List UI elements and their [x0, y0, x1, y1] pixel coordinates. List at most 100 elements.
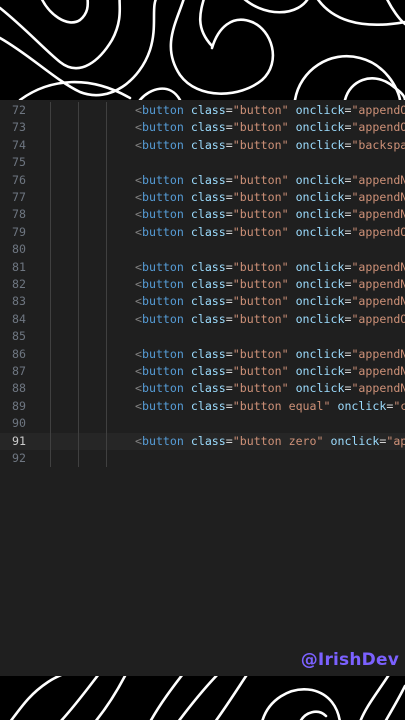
indent-guide: [106, 119, 107, 137]
attribute-name: onclick: [295, 364, 345, 378]
syntax-punctuation: [289, 347, 296, 361]
line-number: 80: [12, 242, 26, 257]
attribute-value: "button": [232, 381, 289, 396]
indent-guide: [106, 345, 107, 363]
indent-guide: [106, 276, 107, 294]
code-line[interactable]: 86 <button class="button" onclick="append…: [0, 345, 405, 363]
attribute-value: "appendO: [351, 120, 405, 135]
indent-guide: [78, 171, 79, 189]
attribute-name: class: [190, 137, 226, 152]
indent-guide: [78, 276, 79, 294]
attribute-value: "appendN: [351, 294, 405, 309]
indent-guide: [106, 206, 107, 224]
syntax-punctuation: =: [225, 137, 233, 152]
syntax-punctuation: =: [225, 259, 233, 274]
indent-guide: [106, 328, 107, 346]
syntax-punctuation: [184, 103, 191, 117]
syntax-punctuation: <: [135, 172, 142, 187]
indent-guide: [106, 310, 107, 329]
attribute-name: onclick: [295, 224, 345, 239]
attribute-name: class: [190, 364, 226, 378]
indent-guide: [106, 293, 107, 311]
code-line[interactable]: 76 <button class="button" onclick="append…: [0, 171, 405, 189]
attribute-value: "button": [232, 224, 289, 239]
syntax-punctuation: <: [135, 207, 142, 222]
code-line[interactable]: 79 <button class="button" onclick="append…: [0, 223, 405, 242]
syntax-punctuation: [289, 173, 296, 187]
line-number: 81: [12, 259, 26, 274]
tag-name: button: [141, 103, 184, 117]
code-line[interactable]: 85: [0, 328, 405, 346]
tag-name: button: [141, 172, 184, 187]
indent-guide: [106, 450, 107, 468]
code-line[interactable]: 72 <button class="button" onclick="append…: [0, 102, 405, 120]
indent-guide: [106, 189, 107, 207]
attribute-value: "appendN: [351, 346, 405, 361]
syntax-punctuation: [184, 138, 191, 152]
code-line[interactable]: 91 <button class="button zero" onclick="a…: [0, 432, 405, 450]
code-line[interactable]: 82 <button class="button" onclick="append…: [0, 276, 405, 294]
contour-lines-graphic-bottom: [9, 676, 405, 720]
tag-name: button: [141, 207, 184, 222]
attribute-name: class: [190, 433, 226, 448]
indent-guide: [106, 397, 107, 416]
attribute-name: onclick: [330, 433, 380, 448]
code-line[interactable]: 92: [0, 450, 405, 468]
attribute-name: class: [190, 346, 226, 361]
attribute-name: onclick: [295, 120, 345, 135]
indent-guide: [78, 363, 79, 381]
attribute-value: "appendN: [351, 207, 405, 222]
line-number: 86: [12, 346, 26, 361]
line-number: 83: [12, 294, 26, 309]
code-line[interactable]: 84 <button class="button" onclick="append…: [0, 310, 405, 329]
code-text: <button class="button" onclick="appendO: [135, 224, 405, 241]
line-number: 74: [12, 137, 26, 152]
indent-guide: [78, 206, 79, 224]
syntax-punctuation: [289, 294, 296, 308]
code-line[interactable]: 80: [0, 241, 405, 259]
line-number: 88: [12, 381, 26, 396]
code-line[interactable]: 90: [0, 415, 405, 433]
code-editor[interactable]: 72 <button class="button" onclick="append…: [0, 100, 405, 676]
indent-guide: [50, 171, 51, 189]
attribute-name: onclick: [295, 172, 345, 187]
code-line[interactable]: 73 <button class="button" onclick="append…: [0, 119, 405, 137]
syntax-punctuation: [184, 190, 191, 204]
code-text: <button class="button" onclick="appendN: [135, 206, 405, 223]
code-line[interactable]: 81 <button class="button" onclick="append…: [0, 258, 405, 276]
indent-guide: [50, 276, 51, 294]
attribute-value: "appendO: [351, 224, 405, 239]
code-line[interactable]: 78 <button class="button" onclick="append…: [0, 206, 405, 224]
code-line[interactable]: 88 <button class="button" onclick="append…: [0, 380, 405, 398]
indent-guide: [78, 119, 79, 137]
indent-guide: [78, 258, 79, 276]
syntax-punctuation: [184, 173, 191, 187]
syntax-punctuation: [184, 434, 191, 448]
syntax-punctuation: =: [225, 120, 233, 135]
code-line[interactable]: 87 <button class="button" onclick="append…: [0, 363, 405, 381]
indent-guide: [50, 189, 51, 207]
code-line[interactable]: 89 <button class="button equal" onclick="…: [0, 397, 405, 416]
code-line[interactable]: 74 <button class="button" onclick="backsp…: [0, 136, 405, 155]
syntax-punctuation: [289, 260, 296, 274]
indent-guide: [50, 258, 51, 276]
syntax-punctuation: <: [135, 346, 142, 361]
attribute-name: onclick: [295, 346, 345, 361]
contour-lines-graphic: [0, 0, 405, 100]
syntax-punctuation: [184, 260, 191, 274]
syntax-punctuation: [289, 207, 296, 221]
syntax-punctuation: =: [225, 103, 233, 117]
attribute-value: "appendO: [351, 311, 405, 326]
syntax-punctuation: <: [135, 137, 142, 152]
code-line[interactable]: 83 <button class="button" onclick="append…: [0, 293, 405, 311]
syntax-punctuation: <: [135, 190, 142, 204]
attribute-value: "button zero": [232, 433, 324, 448]
code-text: <button class="button" onclick="backspa: [135, 137, 405, 154]
code-line[interactable]: 77 <button class="button" onclick="append…: [0, 189, 405, 207]
indent-guide: [106, 171, 107, 189]
syntax-punctuation: [289, 277, 296, 291]
syntax-punctuation: <: [135, 398, 142, 413]
syntax-punctuation: =: [225, 224, 233, 239]
code-line[interactable]: 75: [0, 154, 405, 172]
tag-name: button: [141, 137, 184, 152]
